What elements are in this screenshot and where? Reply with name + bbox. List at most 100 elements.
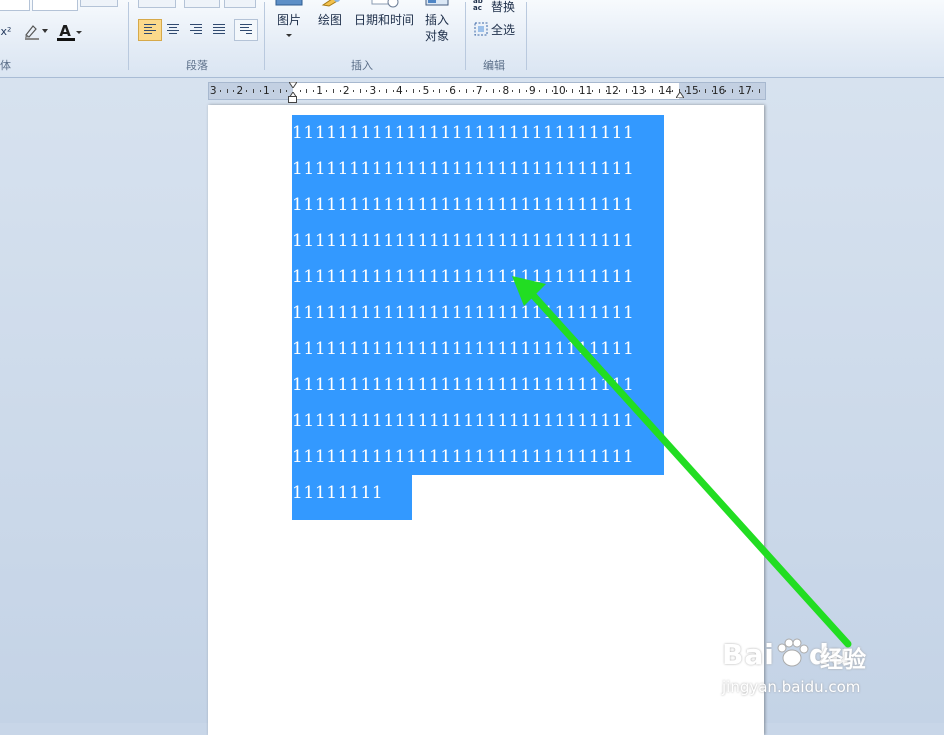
align-left-icon	[144, 24, 156, 34]
ruler-tick	[445, 90, 447, 92]
ruler-tick	[492, 89, 494, 93]
ruler-tick	[259, 90, 261, 92]
ruler-tick	[366, 90, 368, 92]
ruler-tick	[658, 90, 660, 92]
ruler-tick	[545, 89, 547, 93]
ruler-tick	[432, 90, 434, 92]
align-center-icon	[167, 24, 179, 34]
ruler-tick	[552, 90, 554, 92]
ruler-tick	[412, 89, 414, 93]
replace-button[interactable]: ab ac 替换	[472, 0, 522, 14]
font-size-box-2[interactable]	[32, 0, 78, 11]
selected-text-line[interactable]: 111111111111111111111111111111	[292, 223, 664, 259]
ruler-tick	[339, 90, 341, 92]
ruler-tick	[578, 90, 580, 92]
watermark-suffix: 经验	[820, 647, 866, 673]
ruler-number: 14	[658, 85, 673, 97]
group-edit-label: 编辑	[483, 59, 505, 72]
selected-text-line[interactable]: 111111111111111111111111111111	[292, 115, 664, 151]
insert-object-label-1: 插入	[424, 13, 449, 27]
select-all-button[interactable]: 全选	[472, 20, 522, 38]
left-indent-box[interactable]	[288, 96, 297, 103]
ruler-number: 4	[396, 85, 403, 97]
ruler-number: 2	[342, 85, 350, 97]
datetime-label: 日期和时间	[353, 13, 414, 27]
ruler-tick	[705, 89, 707, 93]
picture-label: 图片	[276, 13, 301, 27]
baidu-jingyan-watermark: Bai du 经验 jingyan.baidu.com	[722, 620, 922, 700]
ruler-number: 3	[369, 85, 377, 97]
ruler-tick	[565, 90, 567, 92]
right-indent-marker[interactable]	[676, 92, 684, 98]
selected-text-line[interactable]: 111111111111111111111111111111	[292, 151, 664, 187]
selected-text-line[interactable]: 111111111111111111111111111111	[292, 259, 664, 295]
ruler-number: 12	[605, 85, 619, 97]
ruler-tick	[711, 90, 713, 92]
ruler-tick	[279, 89, 281, 93]
ruler-tick	[632, 90, 634, 92]
paragraph-dialog-button[interactable]	[234, 19, 258, 41]
align-left-button[interactable]	[138, 19, 162, 41]
document-page[interactable]: 111111111111111111111111111111 1111111111…	[208, 105, 764, 735]
ruler-tick	[598, 89, 600, 93]
replace-label: 替换	[491, 0, 516, 14]
ruler-tick	[439, 89, 441, 93]
ruler-tick	[406, 90, 408, 92]
list-button-1[interactable]	[138, 0, 176, 8]
ruler-number: 7	[475, 85, 483, 97]
selected-text-line[interactable]: 11111111	[292, 475, 412, 520]
superscript-button[interactable]: x²	[0, 21, 16, 43]
ruler-tick	[326, 90, 328, 92]
ruler-tick	[605, 90, 607, 92]
selected-text-line[interactable]: 111111111111111111111111111111	[292, 295, 664, 331]
ruler-number: 2	[236, 85, 244, 97]
group-divider	[465, 2, 466, 70]
ruler-tick	[725, 90, 727, 92]
chevron-down-icon	[75, 30, 82, 34]
object-icon	[425, 0, 449, 6]
datetime-button[interactable]: 日期和时间	[352, 0, 416, 28]
paragraph-icon	[240, 24, 252, 34]
selected-text-line[interactable]: 111111111111111111111111111111	[292, 367, 664, 403]
selected-text-line[interactable]: 111111111111111111111111111111	[292, 403, 664, 439]
drawing-button[interactable]: 绘图	[313, 0, 347, 28]
ruler-tick	[698, 90, 700, 92]
selected-text-line[interactable]: 111111111111111111111111111111	[292, 187, 664, 223]
drawing-icon	[321, 0, 340, 7]
ruler-number: 1	[263, 85, 270, 97]
selected-text-line[interactable]: 111111111111111111111111111111	[292, 331, 664, 367]
first-line-indent-marker[interactable]	[289, 82, 297, 88]
align-right-button[interactable]	[184, 19, 208, 41]
ruler-tick	[273, 90, 275, 92]
ruler-tick	[758, 89, 760, 93]
replace-icon: ab ac	[473, 0, 483, 12]
grow-shrink-buttons[interactable]	[80, 0, 118, 7]
group-paragraph-label: 段落	[186, 59, 208, 72]
list-button-2[interactable]	[184, 0, 220, 8]
chevron-down-icon	[286, 34, 292, 37]
spacing-button[interactable]	[224, 0, 256, 8]
justify-button[interactable]	[207, 19, 231, 41]
ruler-tick	[731, 89, 733, 93]
ruler-number: 5	[422, 85, 430, 97]
ruler-tick	[625, 89, 627, 93]
selected-text-line[interactable]: 111111111111111111111111111111	[292, 439, 664, 475]
font-color-bar	[57, 38, 75, 41]
ruler-number: 6	[449, 85, 456, 97]
picture-icon	[275, 0, 303, 6]
ruler-number: 9	[529, 85, 536, 97]
ruler-tick	[512, 90, 514, 92]
ruler-tick	[459, 90, 461, 92]
ruler-tick	[738, 90, 740, 92]
ruler-tick	[592, 90, 594, 92]
align-center-button[interactable]	[161, 19, 185, 41]
ruler-tick	[386, 89, 388, 93]
drawing-label: 绘图	[317, 13, 342, 27]
font-size-box[interactable]	[0, 0, 30, 11]
ruler-tick	[672, 90, 674, 92]
ruler-tick	[352, 90, 354, 92]
picture-button[interactable]: 图片	[272, 0, 306, 44]
insert-object-button[interactable]: 插入 对象	[420, 0, 454, 44]
ruler-number: 3	[209, 85, 217, 97]
highlight-button[interactable]	[20, 20, 52, 42]
